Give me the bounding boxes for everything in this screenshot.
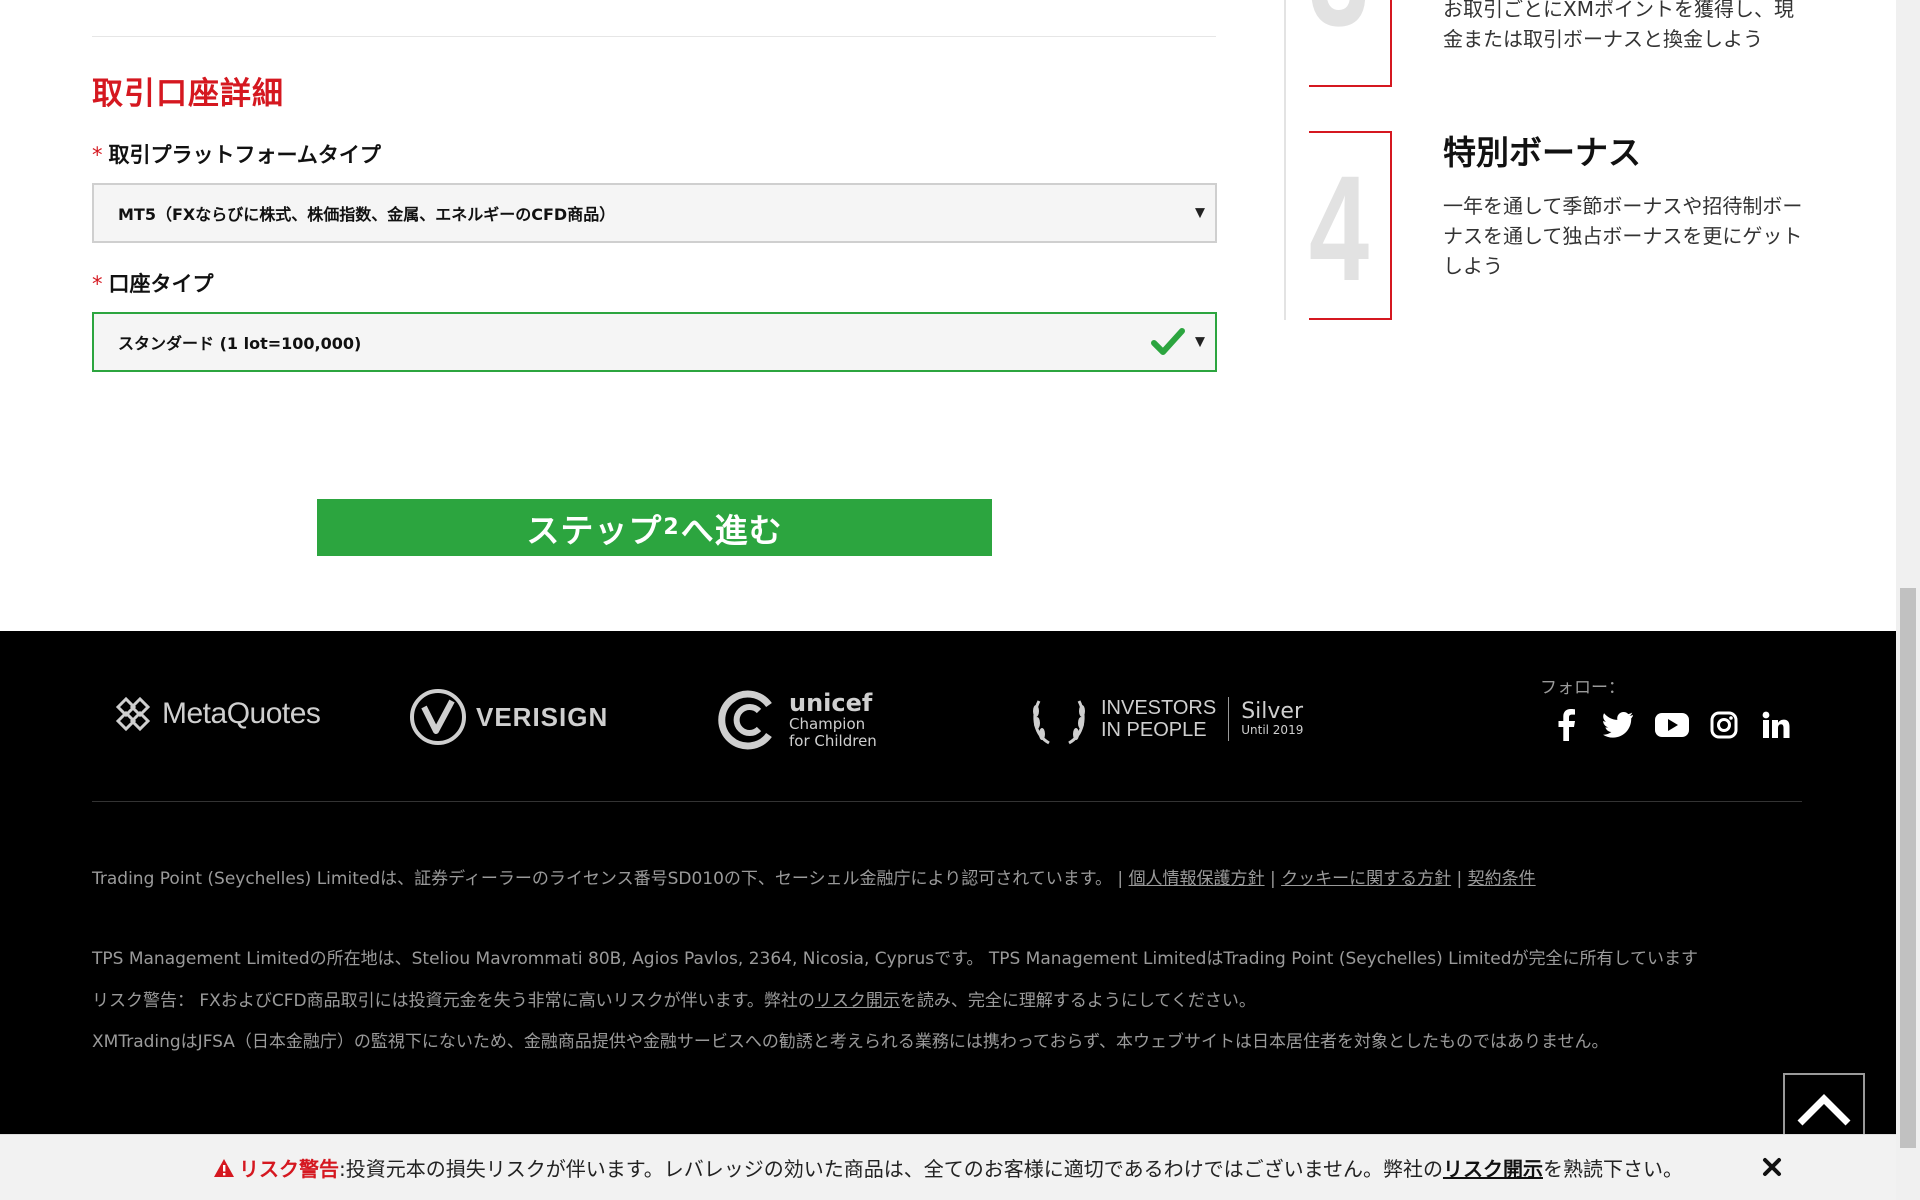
risk-warning-notice: リスク警告： FXおよびCFD商品取引には投資元金を失う非常に高いリスクが伴いま… [92, 986, 1256, 1011]
page: 取引口座詳細 * 取引プラットフォームタイプ MT5（FXならびに株式、株価指数、… [0, 0, 1896, 1200]
platform-label-text: 取引プラットフォームタイプ [108, 143, 381, 167]
warning-icon [214, 1158, 235, 1177]
facebook-icon[interactable] [1548, 707, 1584, 743]
feature-number-box: 3 [1309, 0, 1392, 87]
unicef-logo-title: unicef [789, 689, 873, 717]
jfsa-notice: XMTradingはJFSA（日本金融庁）の監視下にないため、金融商品提供や金融… [92, 1032, 1609, 1052]
scrollbar[interactable] [1896, 0, 1920, 1200]
checkmark-icon [1151, 328, 1185, 355]
license-notice-text: Trading Point (Seychelles) Limitedは、証券ディ… [92, 869, 1113, 889]
unicef-logo-sub1: Champion [789, 715, 866, 733]
platform-select[interactable]: MT5（FXならびに株式、株価指数、金属、エネルギーのCFD商品） ▼ [92, 183, 1217, 243]
caret-down-icon: ▼ [1195, 205, 1205, 221]
feature-number: 3 [1309, 0, 1369, 48]
close-icon[interactable] [1762, 1157, 1782, 1177]
follow-label: フォロー： [1540, 678, 1625, 698]
risk-warning-bar-text-end: を熟読下さい。 [1542, 1157, 1683, 1181]
metaquotes-logo-icon [115, 696, 151, 732]
youtube-icon[interactable] [1653, 707, 1691, 743]
iip-logo-line2: IN PEOPLE [1101, 719, 1207, 741]
next-step-button[interactable]: ステップ 2 へ進む [317, 499, 992, 556]
platform-label: * 取引プラットフォームタイプ [92, 139, 381, 169]
cookie-policy-link[interactable]: クッキーに関する方針 [1281, 869, 1451, 889]
next-step-label-1: ステップ [526, 510, 663, 550]
license-notice: Trading Point (Seychelles) Limitedは、証券ディ… [92, 869, 1536, 889]
risk-warning-text: リスク警告： FXおよびCFD商品取引には投資元金を失う非常に高いリスクが伴いま… [92, 991, 815, 1011]
unicef-c-icon [718, 690, 772, 750]
iip-logo-until: Until 2019 [1241, 723, 1304, 737]
company-address: TPS Management Limitedの所在地は、Steliou Mavr… [92, 949, 1699, 969]
scrollbar-thumb[interactable] [1900, 588, 1916, 1148]
account-type-select[interactable]: スタンダード (1 lot=100,000) ▼ [92, 312, 1217, 372]
section-title: 取引口座詳細 [92, 76, 284, 112]
feature-text: 一年を通して季節ボーナスや招待制ボーナスを通して独占ボーナスを更にゲットしよう [1443, 194, 1803, 278]
required-mark: * [92, 272, 103, 296]
logo-divider [1228, 697, 1230, 741]
risk-disclosure-link[interactable]: リスク開示 [815, 991, 900, 1011]
risk-warning-text-end: を読み、完全に理解するようにしてください。 [899, 991, 1256, 1011]
verisign-logo-text: VERISIGN [476, 701, 609, 732]
feature-number: 4 [1309, 144, 1370, 312]
next-step-label-2: へ進む [680, 510, 783, 550]
instagram-icon[interactable] [1706, 707, 1742, 743]
account-type-label-text: 口座タイプ [108, 272, 214, 296]
metaquotes-logo: MetaQuotes [112, 693, 321, 735]
terms-link[interactable]: 契約条件 [1468, 869, 1536, 889]
platform-select-value: MT5（FXならびに株式、株価指数、金属、エネルギーのCFD商品） [118, 205, 616, 224]
feature-title: 特別ボーナス [1443, 133, 1641, 172]
feature-number-box: 4 [1309, 131, 1392, 320]
risk-warning-bar: リスク警告:投資元本の損失リスクが伴います。レバレッジの効いた商品は、全てのお客… [0, 1134, 1896, 1200]
chevron-up-icon [1797, 1094, 1851, 1126]
column-divider [1284, 0, 1286, 320]
twitter-icon[interactable] [1600, 707, 1636, 743]
account-type-select-value: スタンダード (1 lot=100,000) [118, 334, 362, 353]
next-step-number: 2 [663, 515, 680, 540]
verisign-logo: VERISIGN [408, 687, 608, 747]
footer-divider [92, 801, 1802, 802]
unicef-logo-sub2: for Children [789, 732, 877, 750]
linkedin-icon[interactable] [1758, 707, 1794, 743]
caret-down-icon: ▼ [1195, 334, 1205, 350]
laurel-wreath-icon [1033, 700, 1085, 745]
privacy-policy-link[interactable]: 個人情報保護方針 [1129, 869, 1265, 889]
risk-disclosure-bar-link[interactable]: リスク開示 [1443, 1153, 1543, 1182]
divider [92, 36, 1216, 37]
required-mark: * [92, 143, 103, 167]
iip-logo-silver: Silver [1241, 699, 1304, 724]
risk-warning-label: リスク警告 [239, 1157, 340, 1181]
risk-warning-bar-text: :投資元本の損失リスクが伴います。レバレッジの効いた商品は、全てのお客様に適切で… [339, 1157, 1443, 1181]
iip-logo-line1: INVESTORS [1101, 697, 1217, 719]
footer: MetaQuotes VERISIGN unicef Champion for … [0, 631, 1896, 1200]
verisign-check-icon [410, 689, 466, 745]
unicef-logo: unicef Champion for Children [717, 689, 877, 751]
account-type-label: * 口座タイプ [92, 268, 214, 298]
metaquotes-logo-text: MetaQuotes [162, 697, 321, 730]
feature-text: お取引ごとにXMポイントを獲得し、現金または取引ボーナスと換金しよう [1443, 0, 1794, 51]
investors-in-people-logo: INVESTORS IN PEOPLE Silver Until 2019 [1027, 687, 1303, 751]
